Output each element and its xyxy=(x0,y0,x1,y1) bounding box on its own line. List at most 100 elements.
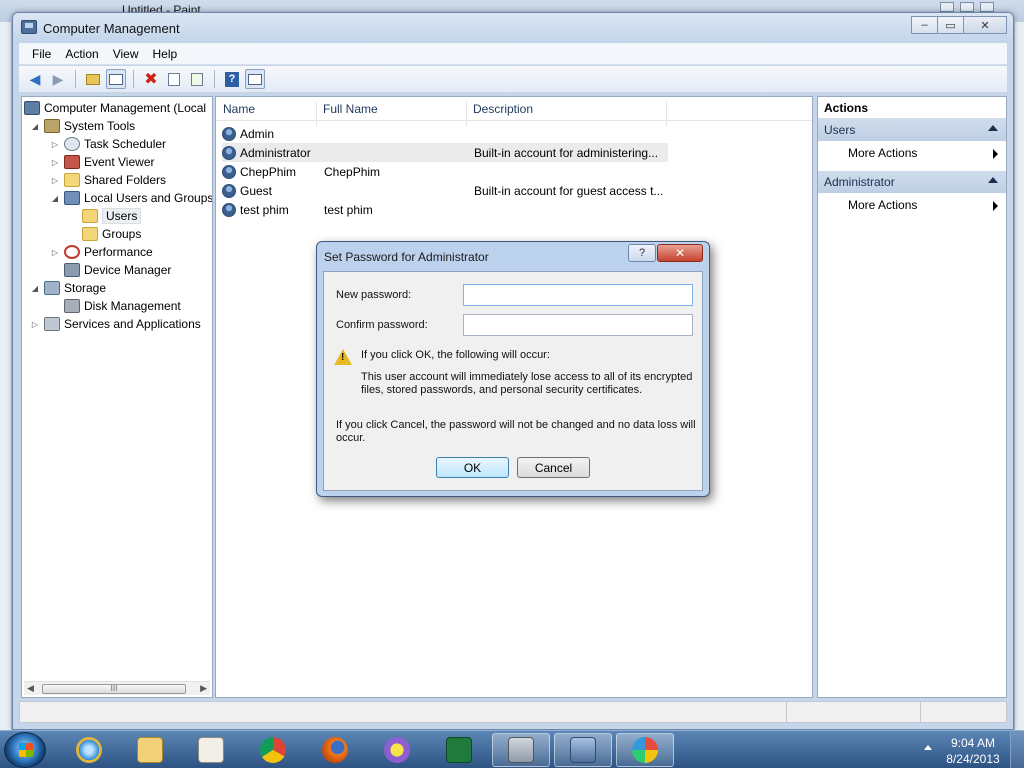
tree-item-users[interactable]: Users xyxy=(82,207,142,225)
expanded-triangle-icon[interactable]: ◢ xyxy=(50,194,60,203)
more-actions-administrator[interactable]: More Actions xyxy=(818,193,1006,217)
tree-label: Users xyxy=(102,208,142,224)
expanded-triangle-icon[interactable]: ◢ xyxy=(30,122,40,131)
actions-pane: Actions Users More Actions Administrator… xyxy=(817,96,1007,698)
table-row[interactable]: Admin xyxy=(222,124,668,143)
show-hidden-icons-icon[interactable] xyxy=(924,745,932,750)
show-hide-tree-icon[interactable] xyxy=(106,69,126,89)
menu-action[interactable]: Action xyxy=(58,45,105,63)
tree-item-device-manager[interactable]: Device Manager xyxy=(64,261,171,279)
collapsed-triangle-icon[interactable]: ▷ xyxy=(30,320,40,329)
collapsed-triangle-icon[interactable]: ▷ xyxy=(50,158,60,167)
show-hide-action-pane-icon[interactable] xyxy=(245,69,265,89)
dialog-close-button[interactable]: ✕ xyxy=(657,244,703,262)
table-row[interactable]: test phim test phim xyxy=(222,200,668,219)
actions-section-administrator[interactable]: Administrator xyxy=(818,171,1006,193)
collapsed-triangle-icon[interactable]: ▷ xyxy=(50,176,60,185)
new-password-label: New password: xyxy=(336,289,412,301)
table-row[interactable]: ChepPhim ChepPhim xyxy=(222,162,668,181)
column-divider[interactable] xyxy=(466,102,467,126)
scroll-right-icon[interactable]: ▶ xyxy=(200,683,207,694)
menu-view[interactable]: View xyxy=(106,45,146,63)
tree-item-storage[interactable]: ◢ Storage xyxy=(30,279,106,297)
user-name: Administrator xyxy=(240,145,311,160)
user-icon xyxy=(222,126,236,141)
dialog-help-button[interactable]: ? xyxy=(628,244,656,262)
media-player-icon[interactable] xyxy=(182,733,240,767)
column-header-full-name[interactable]: Full Name xyxy=(323,102,378,116)
paint-window-controls[interactable] xyxy=(940,2,994,12)
performance-icon xyxy=(64,245,80,259)
back-arrow-icon[interactable]: ◀ xyxy=(25,69,45,89)
tree-item-services-and-applications[interactable]: ▷ Services and Applications xyxy=(30,315,201,333)
cancel-button[interactable]: Cancel xyxy=(517,457,590,478)
device-manager-icon xyxy=(64,263,80,277)
chrome-icon[interactable] xyxy=(244,733,302,767)
scroll-thumb[interactable]: III xyxy=(42,684,186,694)
expanded-triangle-icon[interactable]: ◢ xyxy=(30,284,40,293)
tree-label: Task Scheduler xyxy=(84,137,167,151)
actions-section-users[interactable]: Users xyxy=(818,119,1006,141)
close-button[interactable]: ✕ xyxy=(963,16,1007,34)
computer-management-icon[interactable] xyxy=(554,733,612,767)
tree-item-shared-folders[interactable]: ▷ Shared Folders xyxy=(50,171,166,189)
tree-item-event-viewer[interactable]: ▷ Event Viewer xyxy=(50,153,154,171)
tree-label: Groups xyxy=(102,227,142,241)
confirm-password-label: Confirm password: xyxy=(336,319,428,331)
tree-item-groups[interactable]: Groups xyxy=(82,225,141,243)
tree-item-performance[interactable]: ▷ Performance xyxy=(50,243,153,261)
menu-file[interactable]: File xyxy=(25,45,58,63)
collapsed-triangle-icon[interactable]: ▷ xyxy=(50,140,60,149)
tree-item-task-scheduler[interactable]: ▷ Task Scheduler xyxy=(50,135,166,153)
delete-icon[interactable]: ✖ xyxy=(141,69,161,89)
tree-label: Device Manager xyxy=(84,263,172,277)
excel-icon[interactable] xyxy=(430,733,488,767)
properties-icon[interactable] xyxy=(164,69,184,89)
scroll-left-icon[interactable]: ◀ xyxy=(27,683,34,694)
tree-horizontal-scrollbar[interactable]: ◀ III ▶ xyxy=(24,681,210,695)
warning-heading: If you click OK, the following will occu… xyxy=(361,349,550,361)
maximize-button[interactable]: ▭ xyxy=(937,16,964,34)
show-desktop-button[interactable] xyxy=(1010,731,1024,768)
cancel-note-line-2: occur. xyxy=(336,432,366,444)
clock-time: 9:04 AM xyxy=(950,736,996,750)
paint-icon[interactable] xyxy=(616,733,674,767)
window-title-bar[interactable]: Computer Management – ▭ ✕ xyxy=(13,13,1013,43)
help-icon[interactable]: ? xyxy=(222,69,242,89)
ok-button[interactable]: OK xyxy=(436,457,509,478)
tree-label: Computer Management (Local xyxy=(44,101,207,115)
internet-explorer-icon[interactable] xyxy=(60,733,118,767)
firefox-icon[interactable] xyxy=(306,733,364,767)
collapse-arrow-icon[interactable] xyxy=(988,177,998,183)
column-header-description[interactable]: Description xyxy=(473,102,533,116)
user-icon xyxy=(222,164,236,179)
column-divider[interactable] xyxy=(666,102,667,126)
messenger-icon[interactable] xyxy=(368,733,426,767)
system-clock[interactable]: 9:04 AM 8/24/2013 xyxy=(940,735,1006,767)
confirm-password-field[interactable] xyxy=(463,314,693,336)
start-button[interactable] xyxy=(4,732,46,768)
user-full-name: test phim xyxy=(324,202,373,217)
table-row[interactable]: Guest Built-in account for guest access … xyxy=(222,181,668,200)
tree-item-local-users-and-groups[interactable]: ◢ Local Users and Groups xyxy=(50,189,212,207)
new-password-field[interactable] xyxy=(463,284,693,306)
forward-arrow-icon[interactable]: ▶ xyxy=(48,69,68,89)
tree-item-disk-management[interactable]: Disk Management xyxy=(64,297,181,315)
more-actions-users[interactable]: More Actions xyxy=(818,141,1006,165)
column-divider[interactable] xyxy=(316,102,317,126)
tree-item-system-tools[interactable]: ◢ System Tools xyxy=(30,117,135,135)
status-divider xyxy=(920,702,921,722)
drive-tool-icon[interactable] xyxy=(492,733,550,767)
up-folder-icon[interactable] xyxy=(83,69,103,89)
table-row[interactable]: Administrator Built-in account for admin… xyxy=(222,143,668,162)
minimize-button[interactable]: – xyxy=(911,16,938,34)
collapsed-triangle-icon[interactable]: ▷ xyxy=(50,248,60,257)
collapse-arrow-icon[interactable] xyxy=(988,125,998,131)
export-list-icon[interactable] xyxy=(187,69,207,89)
menu-help[interactable]: Help xyxy=(146,45,185,63)
tree-item-computer-management[interactable]: Computer Management (Local xyxy=(24,99,206,117)
warning-line-1: This user account will immediately lose … xyxy=(361,371,693,383)
computer-icon xyxy=(24,101,40,115)
file-explorer-icon[interactable] xyxy=(121,733,179,767)
column-header-name[interactable]: Name xyxy=(223,102,255,116)
